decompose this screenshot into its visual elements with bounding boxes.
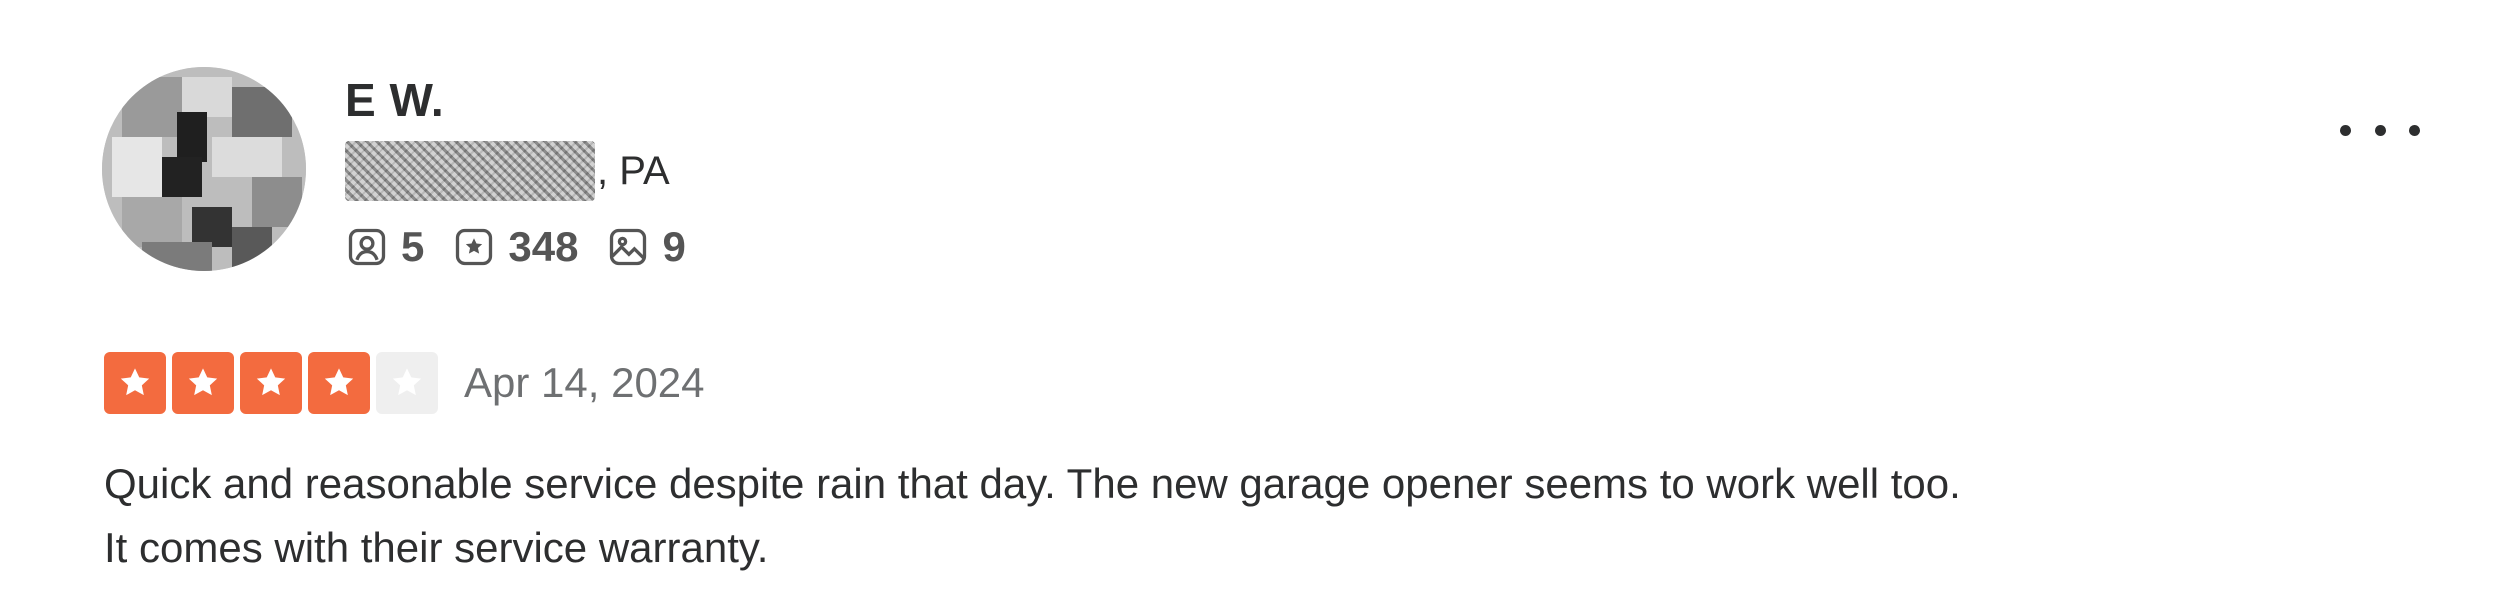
avatar-pixel — [177, 112, 207, 162]
avatar[interactable] — [102, 67, 306, 271]
review-line: Quick and reasonable service despite rai… — [104, 460, 1961, 507]
friends-count: 5 — [401, 223, 425, 270]
avatar-pixel — [182, 77, 232, 117]
avatar-pixel — [162, 157, 202, 197]
star-filled-icon — [308, 352, 370, 414]
avatar-pixel — [122, 77, 182, 137]
location-state: , PA — [597, 149, 670, 193]
avatar-pixel — [142, 242, 212, 271]
star-filled-icon — [240, 352, 302, 414]
avatar-pixel — [232, 227, 272, 271]
review-text: Quick and reasonable service despite rai… — [104, 452, 2404, 580]
star-filled-icon — [104, 352, 166, 414]
rating-row: Apr 14, 2024 — [104, 350, 705, 416]
star-filled-icon — [172, 352, 234, 414]
reviewer-location: , PA — [345, 141, 670, 201]
review-date: Apr 14, 2024 — [464, 359, 705, 406]
photos-stat: 9 — [606, 219, 686, 275]
more-dot — [2340, 124, 2351, 136]
more-options-icon[interactable] — [2340, 110, 2420, 150]
friends-icon — [345, 225, 389, 269]
review-star-icon — [452, 225, 496, 269]
avatar-pixel — [192, 207, 232, 247]
avatar-pixel — [122, 197, 182, 247]
photo-icon — [606, 225, 650, 269]
avatar-pixel — [212, 137, 282, 177]
reviewer-name[interactable]: E W. — [345, 72, 444, 128]
more-dot — [2409, 124, 2420, 136]
reviewer-stats: 5 348 9 — [345, 219, 714, 275]
reviews-stat: 348 — [452, 219, 578, 275]
avatar-pixel — [232, 87, 292, 137]
review-line: It comes with their service warranty. — [104, 524, 769, 571]
redacted-city — [345, 141, 595, 201]
more-dot — [2374, 124, 2386, 136]
reviews-count: 348 — [508, 223, 579, 270]
star-rating — [104, 352, 444, 414]
avatar-pixel — [112, 137, 162, 197]
star-empty-icon — [376, 352, 438, 414]
avatar-pixel — [252, 177, 302, 227]
photos-count: 9 — [662, 223, 686, 270]
friends-stat: 5 — [345, 219, 424, 275]
